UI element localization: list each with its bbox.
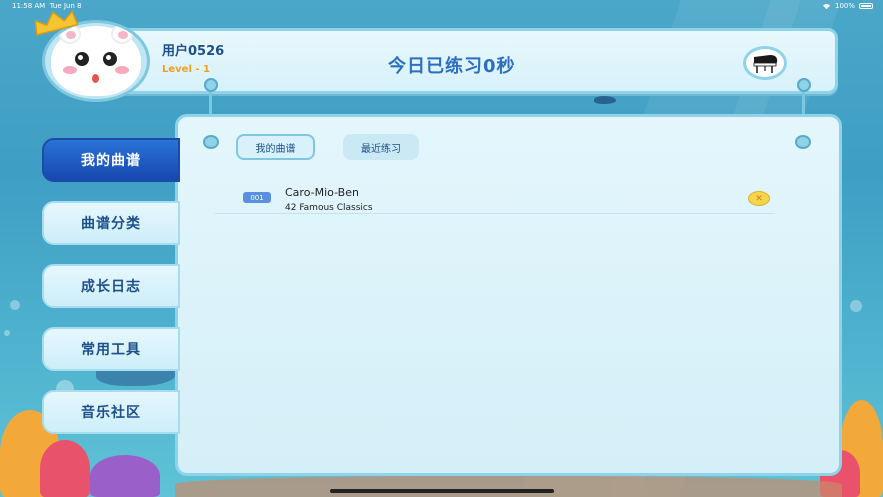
bubble (10, 300, 20, 310)
avatar-eye (75, 52, 89, 66)
coral (90, 455, 160, 497)
bubble (4, 330, 10, 336)
battery-icon (859, 3, 873, 9)
status-bar: 11:58 AM Tue Jun 8 100% (0, 0, 883, 12)
home-indicator[interactable] (330, 489, 554, 493)
main-panel (175, 114, 842, 476)
username: 用户0526 (162, 44, 225, 59)
panel-hook (203, 135, 219, 149)
panel-hook (795, 135, 811, 149)
tab-my-scores[interactable]: 我的曲谱 (236, 134, 315, 160)
tab-recent-practice[interactable]: 最近练习 (343, 134, 419, 160)
avatar-ear (111, 24, 133, 44)
wifi-icon (822, 3, 830, 9)
nav-music-community[interactable]: 音乐社区 (42, 390, 180, 434)
practice-today: 今日已练习0秒 (388, 56, 516, 77)
nav-growth-log[interactable]: 成长日志 (42, 264, 180, 308)
avatar-cheek (115, 66, 129, 74)
user-level: Level - 1 (162, 64, 210, 75)
status-time-text: 11:58 AM (12, 2, 46, 10)
tab-label: 最近练习 (361, 143, 401, 155)
tab-label: 我的曲谱 (255, 143, 296, 155)
nav-my-scores[interactable]: 我的曲谱 (42, 138, 180, 182)
nav-label: 成长日志 (81, 279, 141, 295)
close-icon: ✕ (755, 193, 763, 204)
song-number-badge: 001 (243, 192, 271, 203)
table-row[interactable]: 001 Caro-Mio-Ben 42 Famous Classics ✕ (215, 182, 775, 214)
rope-hook (797, 78, 811, 92)
grand-piano-icon (753, 55, 778, 73)
seabed (175, 476, 842, 497)
song-collection: 42 Famous Classics (285, 203, 373, 213)
bubble (850, 300, 862, 312)
rope-hook (204, 78, 218, 92)
nav-label: 音乐社区 (81, 405, 141, 421)
avatar-cheek (63, 66, 77, 74)
nav-label: 曲谱分类 (81, 216, 141, 232)
remove-song-button[interactable]: ✕ (748, 191, 770, 206)
battery-percent: 100% (834, 2, 855, 10)
hamster-avatar (51, 24, 141, 96)
nav-common-tools[interactable]: 常用工具 (42, 327, 180, 371)
song-title: Caro-Mio-Ben (285, 186, 359, 199)
nav-label: 我的曲谱 (81, 153, 141, 169)
coral (40, 440, 90, 497)
avatar-mouth (92, 74, 99, 83)
nav-label: 常用工具 (81, 342, 141, 358)
piano-button[interactable] (743, 46, 787, 80)
avatar-eye (103, 52, 117, 66)
status-right: 100% (822, 2, 873, 10)
avatar[interactable] (42, 20, 150, 102)
nav-score-categories[interactable]: 曲谱分类 (42, 201, 180, 245)
fish-shape (594, 96, 616, 104)
